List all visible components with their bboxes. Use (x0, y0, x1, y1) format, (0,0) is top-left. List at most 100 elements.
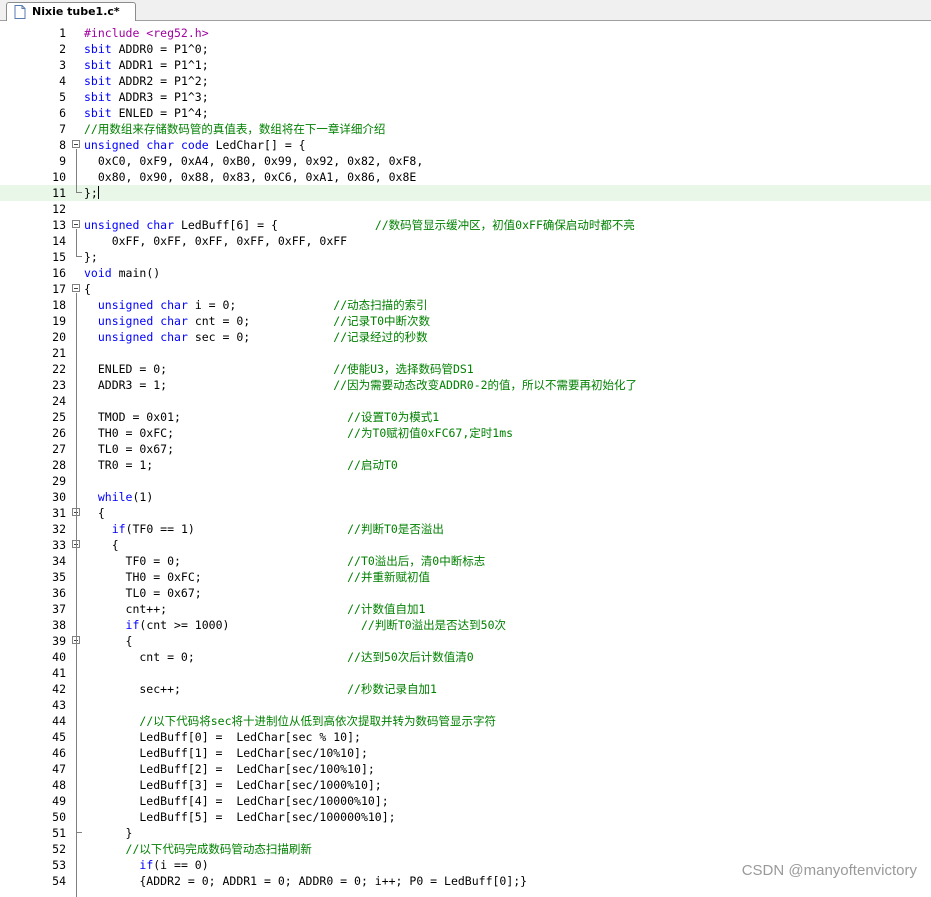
code-line[interactable]: 12 (0, 201, 931, 217)
code-line[interactable]: 50 LedBuff[5] = LedChar[sec/100000%10]; (0, 809, 931, 825)
code-line[interactable]: 35 TH0 = 0xFC; //并重新赋初值 (0, 569, 931, 585)
line-number: 18 (52, 298, 66, 312)
code-line[interactable]: 7 //用数组来存储数码管的真值表，数组将在下一章详细介绍 (0, 121, 931, 137)
tab-bar: Nixie tube1.c* (0, 0, 931, 21)
code-line[interactable]: 32 if(TF0 == 1) //判断T0是否溢出 (0, 521, 931, 537)
code-line[interactable]: 9 0xC0, 0xF9, 0xA4, 0xB0, 0x99, 0x92, 0x… (0, 153, 931, 169)
line-number: 9 (59, 154, 66, 168)
code-line[interactable]: 19 unsigned char cnt = 0; //记录T0中断次数 (0, 313, 931, 329)
line-number: 5 (59, 90, 66, 104)
fold-guide-line (76, 293, 77, 897)
code-text: while(1) (97, 490, 154, 504)
code-line[interactable]: 52 //以下代码完成数码管动态扫描刷新 (0, 841, 931, 857)
code-text: //以下代码将sec将十进制位从低到高依次提取并转为数码管显示字符 (139, 714, 497, 728)
code-text: { (84, 506, 105, 520)
code-line[interactable]: 29 (0, 473, 931, 489)
line-number: 35 (52, 570, 66, 584)
code-text: sbit ENLED = P1^4; (84, 106, 209, 120)
fold-minus-icon[interactable] (72, 220, 80, 228)
code-line[interactable]: 13 unsigned char LedBuff[6] = { //数码管显示缓冲… (0, 217, 931, 233)
code-line[interactable]: 46 LedBuff[1] = LedChar[sec/10%10]; (0, 745, 931, 761)
code-line[interactable]: 51 } (0, 825, 931, 841)
code-line[interactable]: 14 0xFF, 0xFF, 0xFF, 0xFF, 0xFF, 0xFF (0, 233, 931, 249)
code-text: unsigned char i = 0; //动态扫描的索引 (97, 298, 428, 312)
code-text: LedBuff[5] = LedChar[sec/100000%10]; (84, 810, 396, 824)
line-number: 41 (52, 666, 66, 680)
code-line[interactable]: 24 (0, 393, 931, 409)
code-line[interactable]: 41 (0, 665, 931, 681)
code-line[interactable]: 26 TH0 = 0xFC; //为T0赋初值0xFC67,定时1ms (0, 425, 931, 441)
code-line[interactable]: 34 TF0 = 0; //T0溢出后，清0中断标志 (0, 553, 931, 569)
code-text: sbit ADDR0 = P1^0; (84, 42, 209, 56)
line-number: 44 (52, 714, 66, 728)
code-line[interactable]: 23 ADDR3 = 1; //因为需要动态改变ADDR0-2的值，所以不需要再… (0, 377, 931, 393)
code-line[interactable]: 20 unsigned char sec = 0; //记录经过的秒数 (0, 329, 931, 345)
fold-minus-icon[interactable] (72, 284, 80, 292)
code-line[interactable]: 45 LedBuff[0] = LedChar[sec % 10]; (0, 729, 931, 745)
code-text: } (84, 826, 133, 840)
code-line[interactable]: 11}; (0, 185, 931, 201)
code-line[interactable]: 38 if(cnt >= 1000) //判断T0溢出是否达到50次 (0, 617, 931, 633)
code-text: ENLED = 0; //使能U3，选择数码管DS1 (84, 362, 474, 376)
code-line[interactable]: 6 sbit ENLED = P1^4; (0, 105, 931, 121)
code-line[interactable]: 18 unsigned char i = 0; //动态扫描的索引 (0, 297, 931, 313)
line-number: 26 (52, 426, 66, 440)
line-number: 25 (52, 410, 66, 424)
code-line[interactable]: 28 TR0 = 1; //启动T0 (0, 457, 931, 473)
code-line[interactable]: 49 LedBuff[4] = LedChar[sec/10000%10]; (0, 793, 931, 809)
code-text: if(i == 0) (139, 858, 209, 872)
line-number: 21 (52, 346, 66, 360)
code-text: 0xFF, 0xFF, 0xFF, 0xFF, 0xFF, 0xFF (84, 234, 348, 248)
code-line[interactable]: 37 cnt++; //计数值自加1 (0, 601, 931, 617)
code-line[interactable]: 31 { (0, 505, 931, 521)
code-line[interactable]: 16 void main() (0, 265, 931, 281)
line-number: 28 (52, 458, 66, 472)
line-number: 34 (52, 554, 66, 568)
code-line[interactable]: 39 { (0, 633, 931, 649)
code-line[interactable]: 33 { (0, 537, 931, 553)
line-number: 38 (52, 618, 66, 632)
code-line[interactable]: 3 sbit ADDR1 = P1^1; (0, 57, 931, 73)
code-editor[interactable]: 1 #include <reg52.h> 2 sbit ADDR0 = P1^0; 3 s… (0, 21, 931, 897)
code-line[interactable]: 15}; (0, 249, 931, 265)
code-line[interactable]: 22 ENLED = 0; //使能U3，选择数码管DS1 (0, 361, 931, 377)
line-number: 16 (52, 266, 66, 280)
code-line[interactable]: 10 0x80, 0x90, 0x88, 0x83, 0xC6, 0xA1, 0… (0, 169, 931, 185)
code-line[interactable]: 21 (0, 345, 931, 361)
code-line[interactable]: 36 TL0 = 0x67; (0, 585, 931, 601)
code-line[interactable]: 4 sbit ADDR2 = P1^2; (0, 73, 931, 89)
line-number: 37 (52, 602, 66, 616)
code-line[interactable]: 25 TMOD = 0x01; //设置T0为模式1 (0, 409, 931, 425)
code-line[interactable]: 30 while(1) (0, 489, 931, 505)
code-text: cnt++; //计数值自加1 (84, 602, 426, 616)
code-text: unsigned char cnt = 0; //记录T0中断次数 (97, 314, 430, 328)
code-line[interactable]: 5 sbit ADDR3 = P1^3; (0, 89, 931, 105)
line-number: 30 (52, 490, 66, 504)
line-number: 53 (52, 858, 66, 872)
code-line[interactable]: 8 unsigned char code LedChar[] = { (0, 137, 931, 153)
code-line[interactable]: 2 sbit ADDR0 = P1^0; (0, 41, 931, 57)
code-line[interactable]: 27 TL0 = 0x67; (0, 441, 931, 457)
code-line[interactable]: 47 LedBuff[2] = LedChar[sec/100%10]; (0, 761, 931, 777)
line-number: 22 (52, 362, 66, 376)
line-number: 48 (52, 778, 66, 792)
tab-nixie-tube1[interactable]: Nixie tube1.c* (6, 2, 136, 21)
code-text: if(cnt >= 1000) //判断T0溢出是否达到50次 (125, 618, 507, 632)
code-line[interactable]: 42 sec++; //秒数记录自加1 (0, 681, 931, 697)
code-line[interactable]: 1 #include <reg52.h> (0, 25, 931, 41)
line-number: 7 (59, 122, 66, 136)
code-text: //以下代码完成数码管动态扫描刷新 (125, 842, 312, 856)
fold-minus-icon[interactable] (72, 140, 80, 148)
code-line[interactable]: 40 cnt = 0; //达到50次后计数值清0 (0, 649, 931, 665)
code-line[interactable]: 43 (0, 697, 931, 713)
code-line[interactable]: 17 { (0, 281, 931, 297)
code-text: cnt = 0; //达到50次后计数值清0 (84, 650, 474, 664)
code-line[interactable]: 44 //以下代码将sec将十进制位从低到高依次提取并转为数码管显示字符 (0, 713, 931, 729)
line-number: 14 (52, 234, 66, 248)
code-text: TMOD = 0x01; //设置T0为模式1 (84, 410, 440, 424)
code-line[interactable]: 48 LedBuff[3] = LedChar[sec/1000%10]; (0, 777, 931, 793)
code-text: 0xC0, 0xF9, 0xA4, 0xB0, 0x99, 0x92, 0x82… (84, 154, 424, 168)
code-text: sbit ADDR2 = P1^2; (84, 74, 209, 88)
fold-guide-line (76, 149, 77, 193)
line-number: 29 (52, 474, 66, 488)
